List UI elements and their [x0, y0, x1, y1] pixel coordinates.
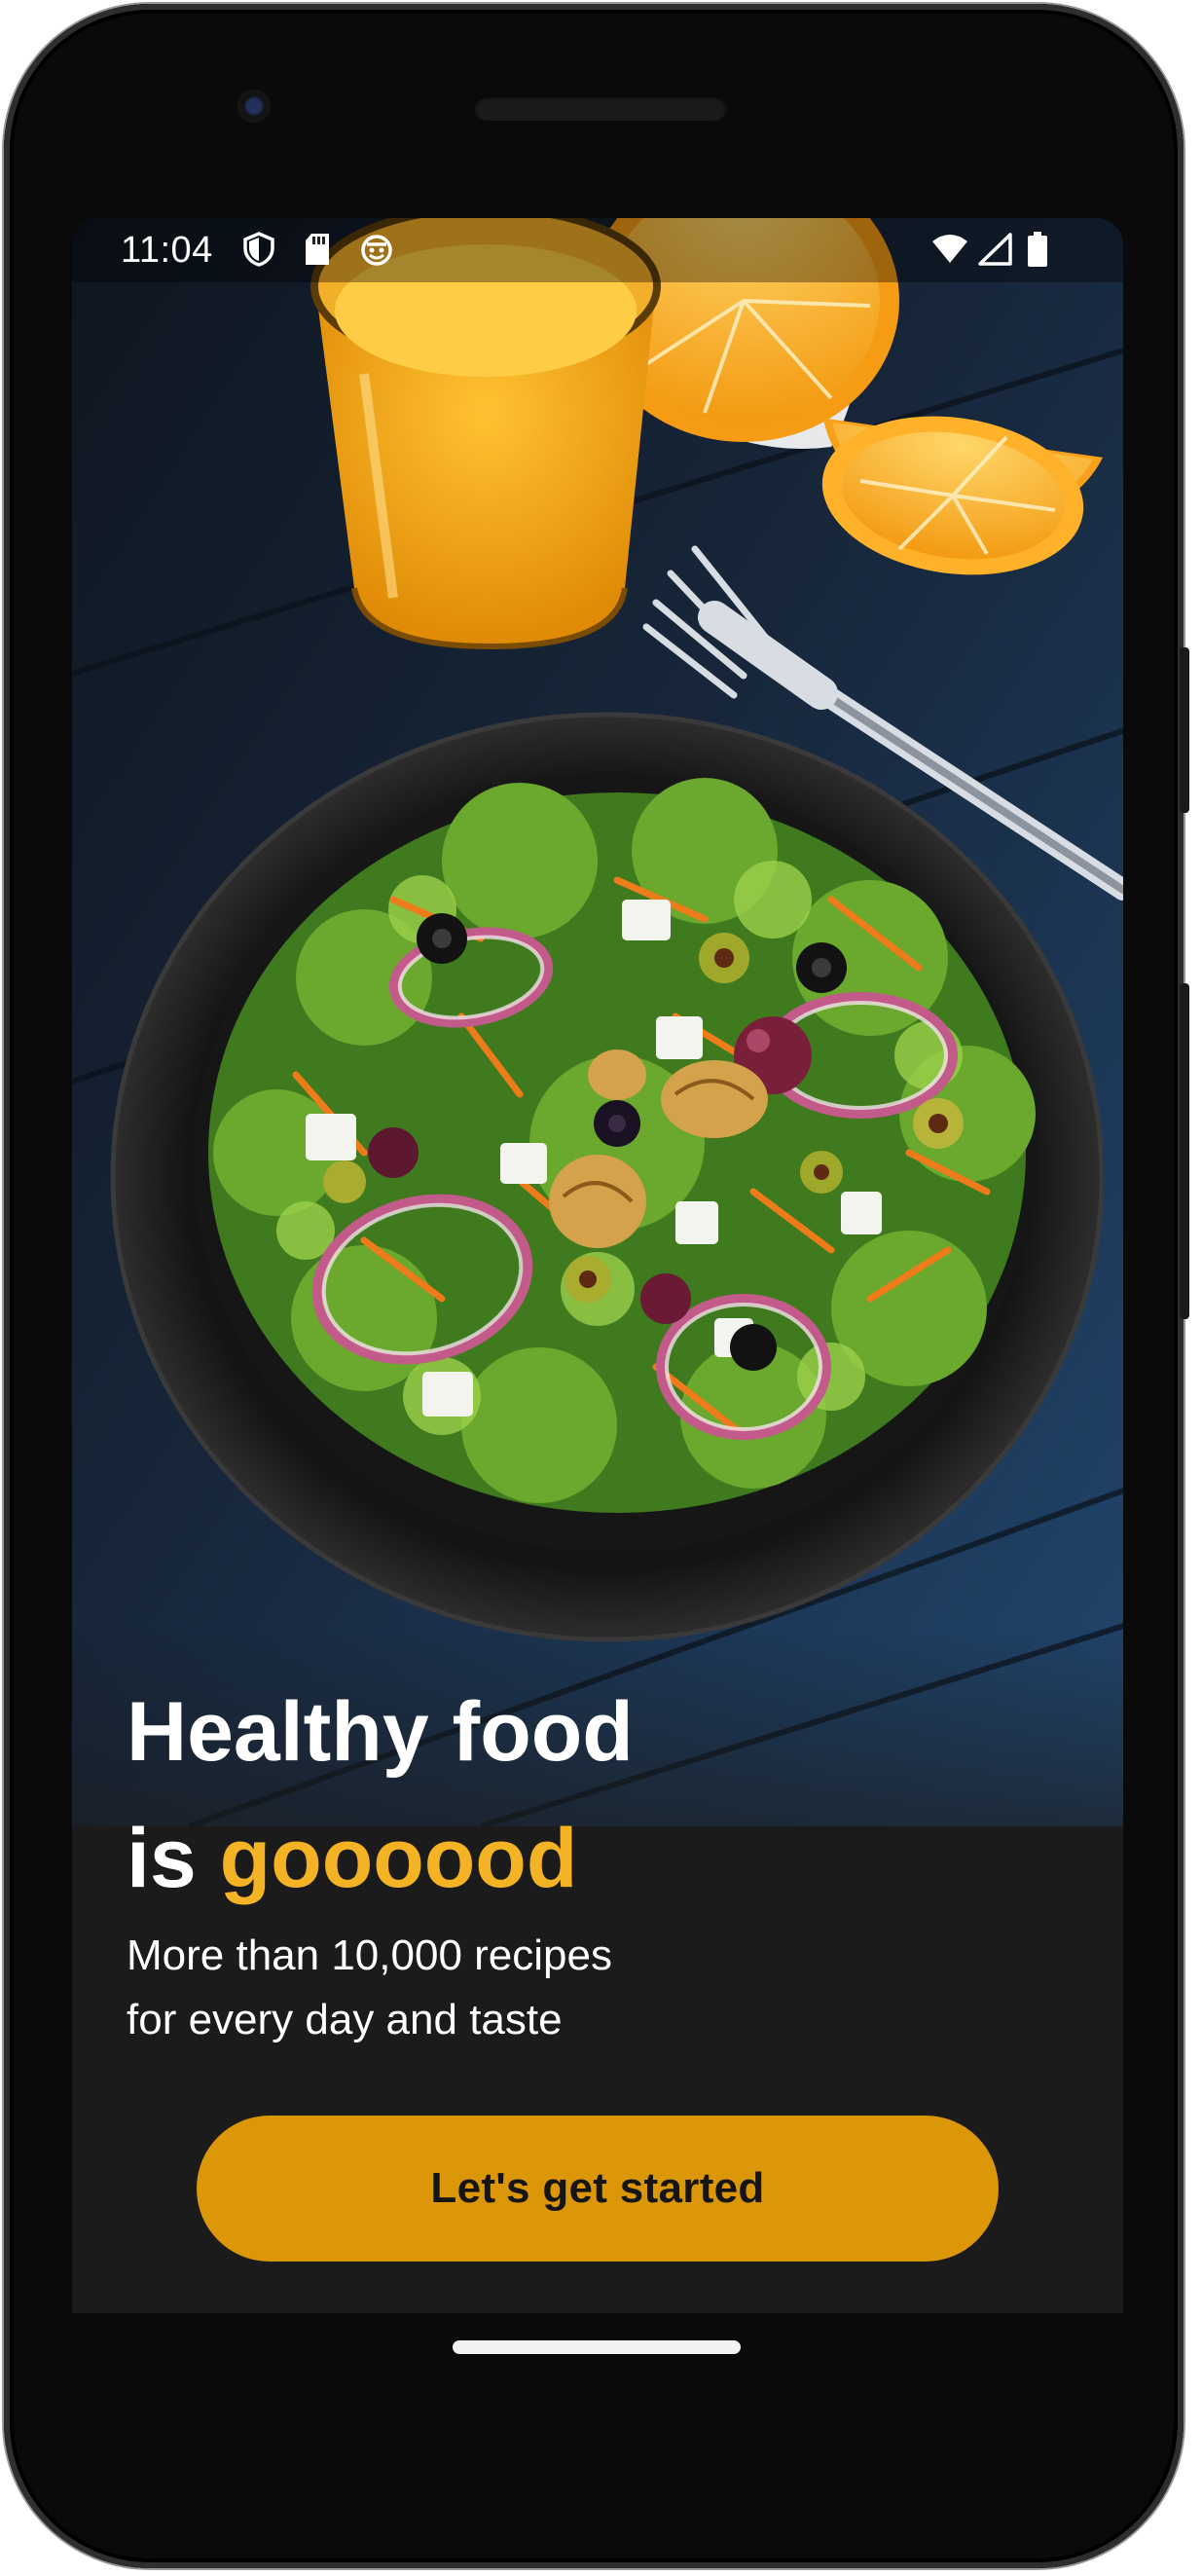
- subtitle: More than 10,000 recipes for every day a…: [127, 1932, 612, 2043]
- get-started-button[interactable]: Let's get started: [197, 2116, 999, 2262]
- headline-line-2-prefix: is: [127, 1812, 220, 1905]
- app-screen: 11:04 Healthy food is goooood More than …: [72, 218, 1123, 2313]
- headline: Healthy food is goooood: [127, 1669, 1002, 1922]
- salad-photo-illustration: [72, 218, 1123, 1826]
- battery-icon: [1028, 232, 1047, 267]
- phone-frame: 11:04 Healthy food is goooood More than …: [4, 4, 1184, 2568]
- home-indicator[interactable]: [453, 2340, 741, 2354]
- headline-line-1: Healthy food: [127, 1685, 634, 1779]
- front-camera: [237, 90, 271, 123]
- sd-card-icon: [306, 234, 329, 265]
- smiley-notification-icon: [361, 235, 392, 266]
- status-time: 11:04: [121, 230, 213, 271]
- status-bar: 11:04: [72, 218, 1123, 282]
- volume-button: [1180, 983, 1189, 1319]
- power-button: [1180, 647, 1189, 813]
- headline-accent-word: goooood: [219, 1812, 578, 1905]
- wifi-icon: [932, 235, 967, 263]
- earpiece-speaker: [474, 95, 727, 121]
- shield-icon: [243, 232, 274, 267]
- hero-image: [72, 218, 1123, 1826]
- cell-signal-icon: [978, 233, 1012, 266]
- headline-line-2: is goooood: [127, 1795, 1002, 1922]
